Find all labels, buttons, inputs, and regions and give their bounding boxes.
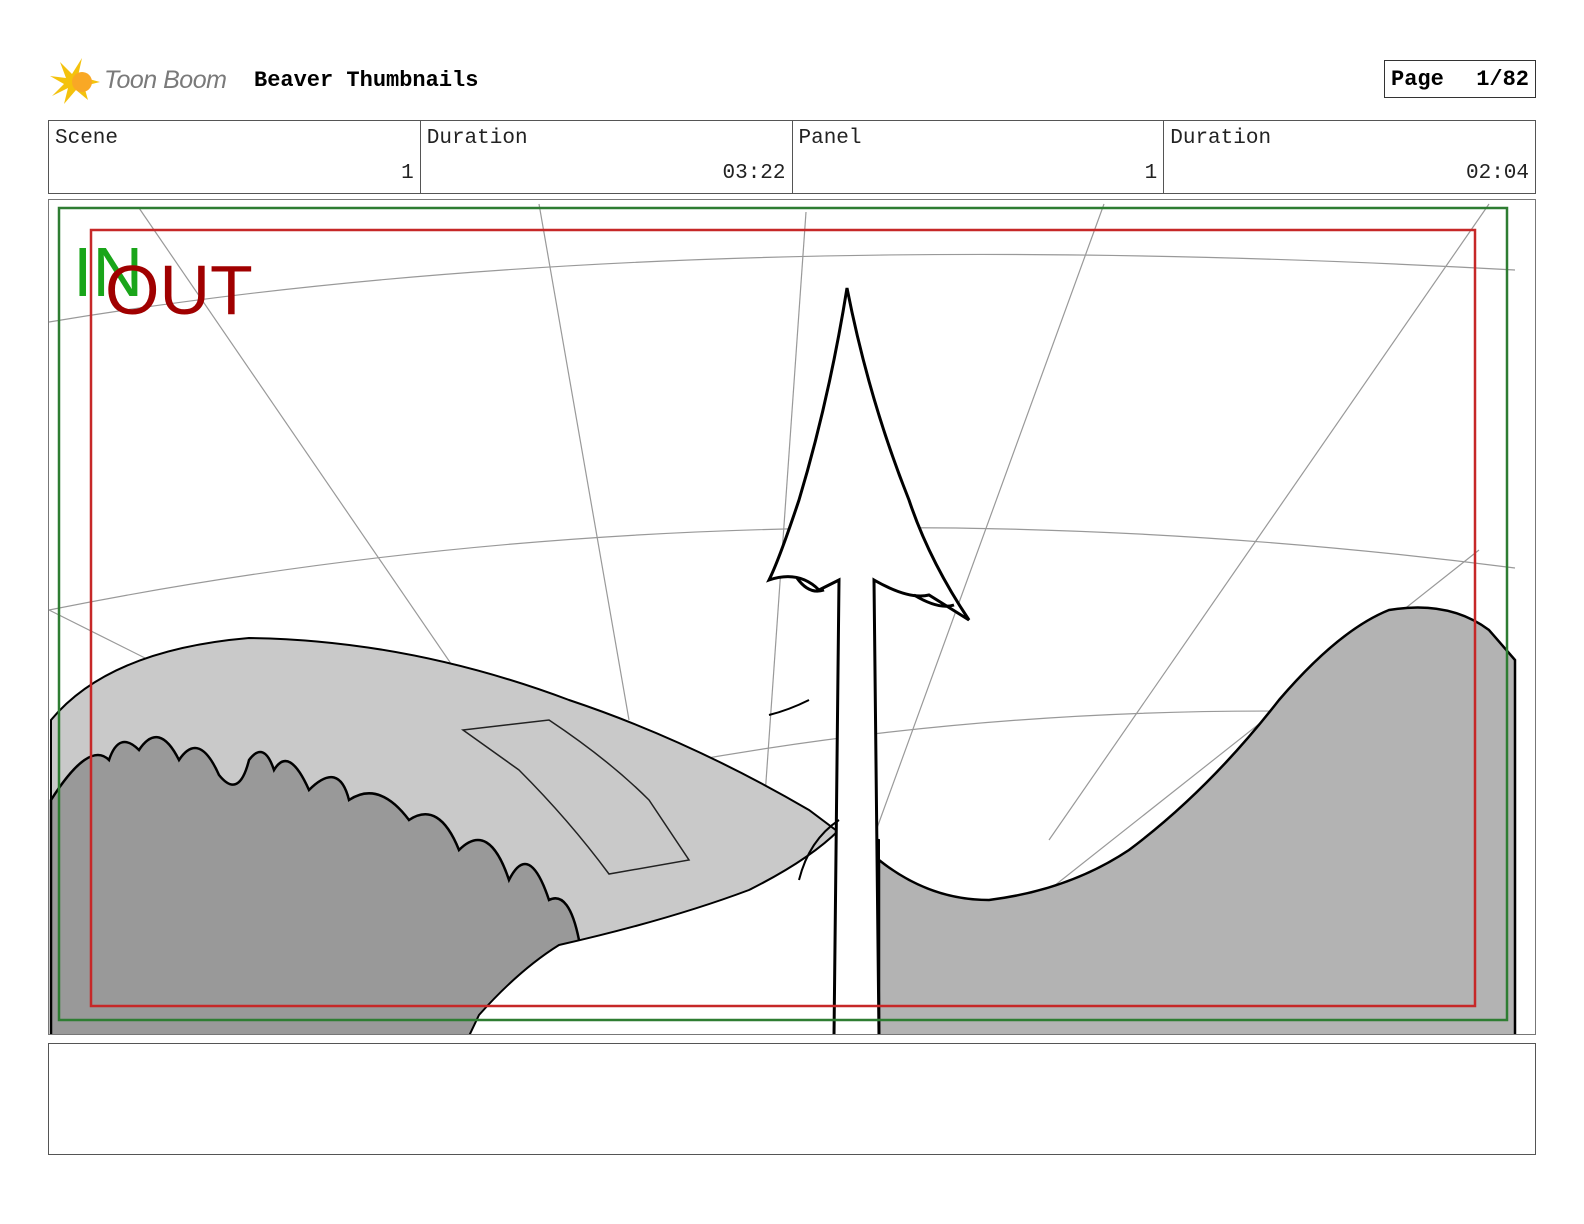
scene-duration-cell: Duration 03:22	[421, 121, 793, 193]
panel-duration-value: 02:04	[1465, 162, 1529, 185]
scene-duration-label: Duration	[426, 127, 528, 150]
page-indicator: Page 1/82	[1384, 60, 1536, 98]
panel-duration-label: Duration	[1170, 127, 1272, 150]
panel-cell: Panel 1	[793, 121, 1165, 193]
brand-name: Toon Boom	[104, 66, 227, 94]
scene-duration-value: 03:22	[722, 162, 786, 185]
scene-cell: Scene 1	[49, 121, 421, 193]
toon-boom-logo: Toon Boom	[48, 56, 238, 106]
scene-label: Scene	[55, 127, 119, 150]
scene-value: 1	[401, 162, 414, 185]
panel-label: Panel	[798, 127, 862, 150]
panel-duration-cell: Duration 02:04	[1164, 121, 1535, 193]
out-label: OUT	[105, 251, 253, 329]
page-number: 1/82	[1476, 66, 1529, 92]
panel-value: 1	[1144, 162, 1158, 185]
page-label: Page	[1391, 66, 1444, 92]
storyboard-panel: IN OUT	[48, 199, 1536, 1035]
scene-info-table: Scene 1 Duration 03:22 Panel 1 Duration …	[48, 120, 1536, 194]
starburst-icon	[50, 58, 100, 104]
page-header: Toon Boom Beaver Thumbnails Page 1/82	[48, 56, 1536, 106]
caption-box[interactable]	[48, 1043, 1536, 1155]
right-hill	[877, 606, 1517, 1034]
project-title: Beaver Thumbnails	[254, 68, 479, 93]
panel-drawing: IN OUT	[49, 203, 1517, 1034]
